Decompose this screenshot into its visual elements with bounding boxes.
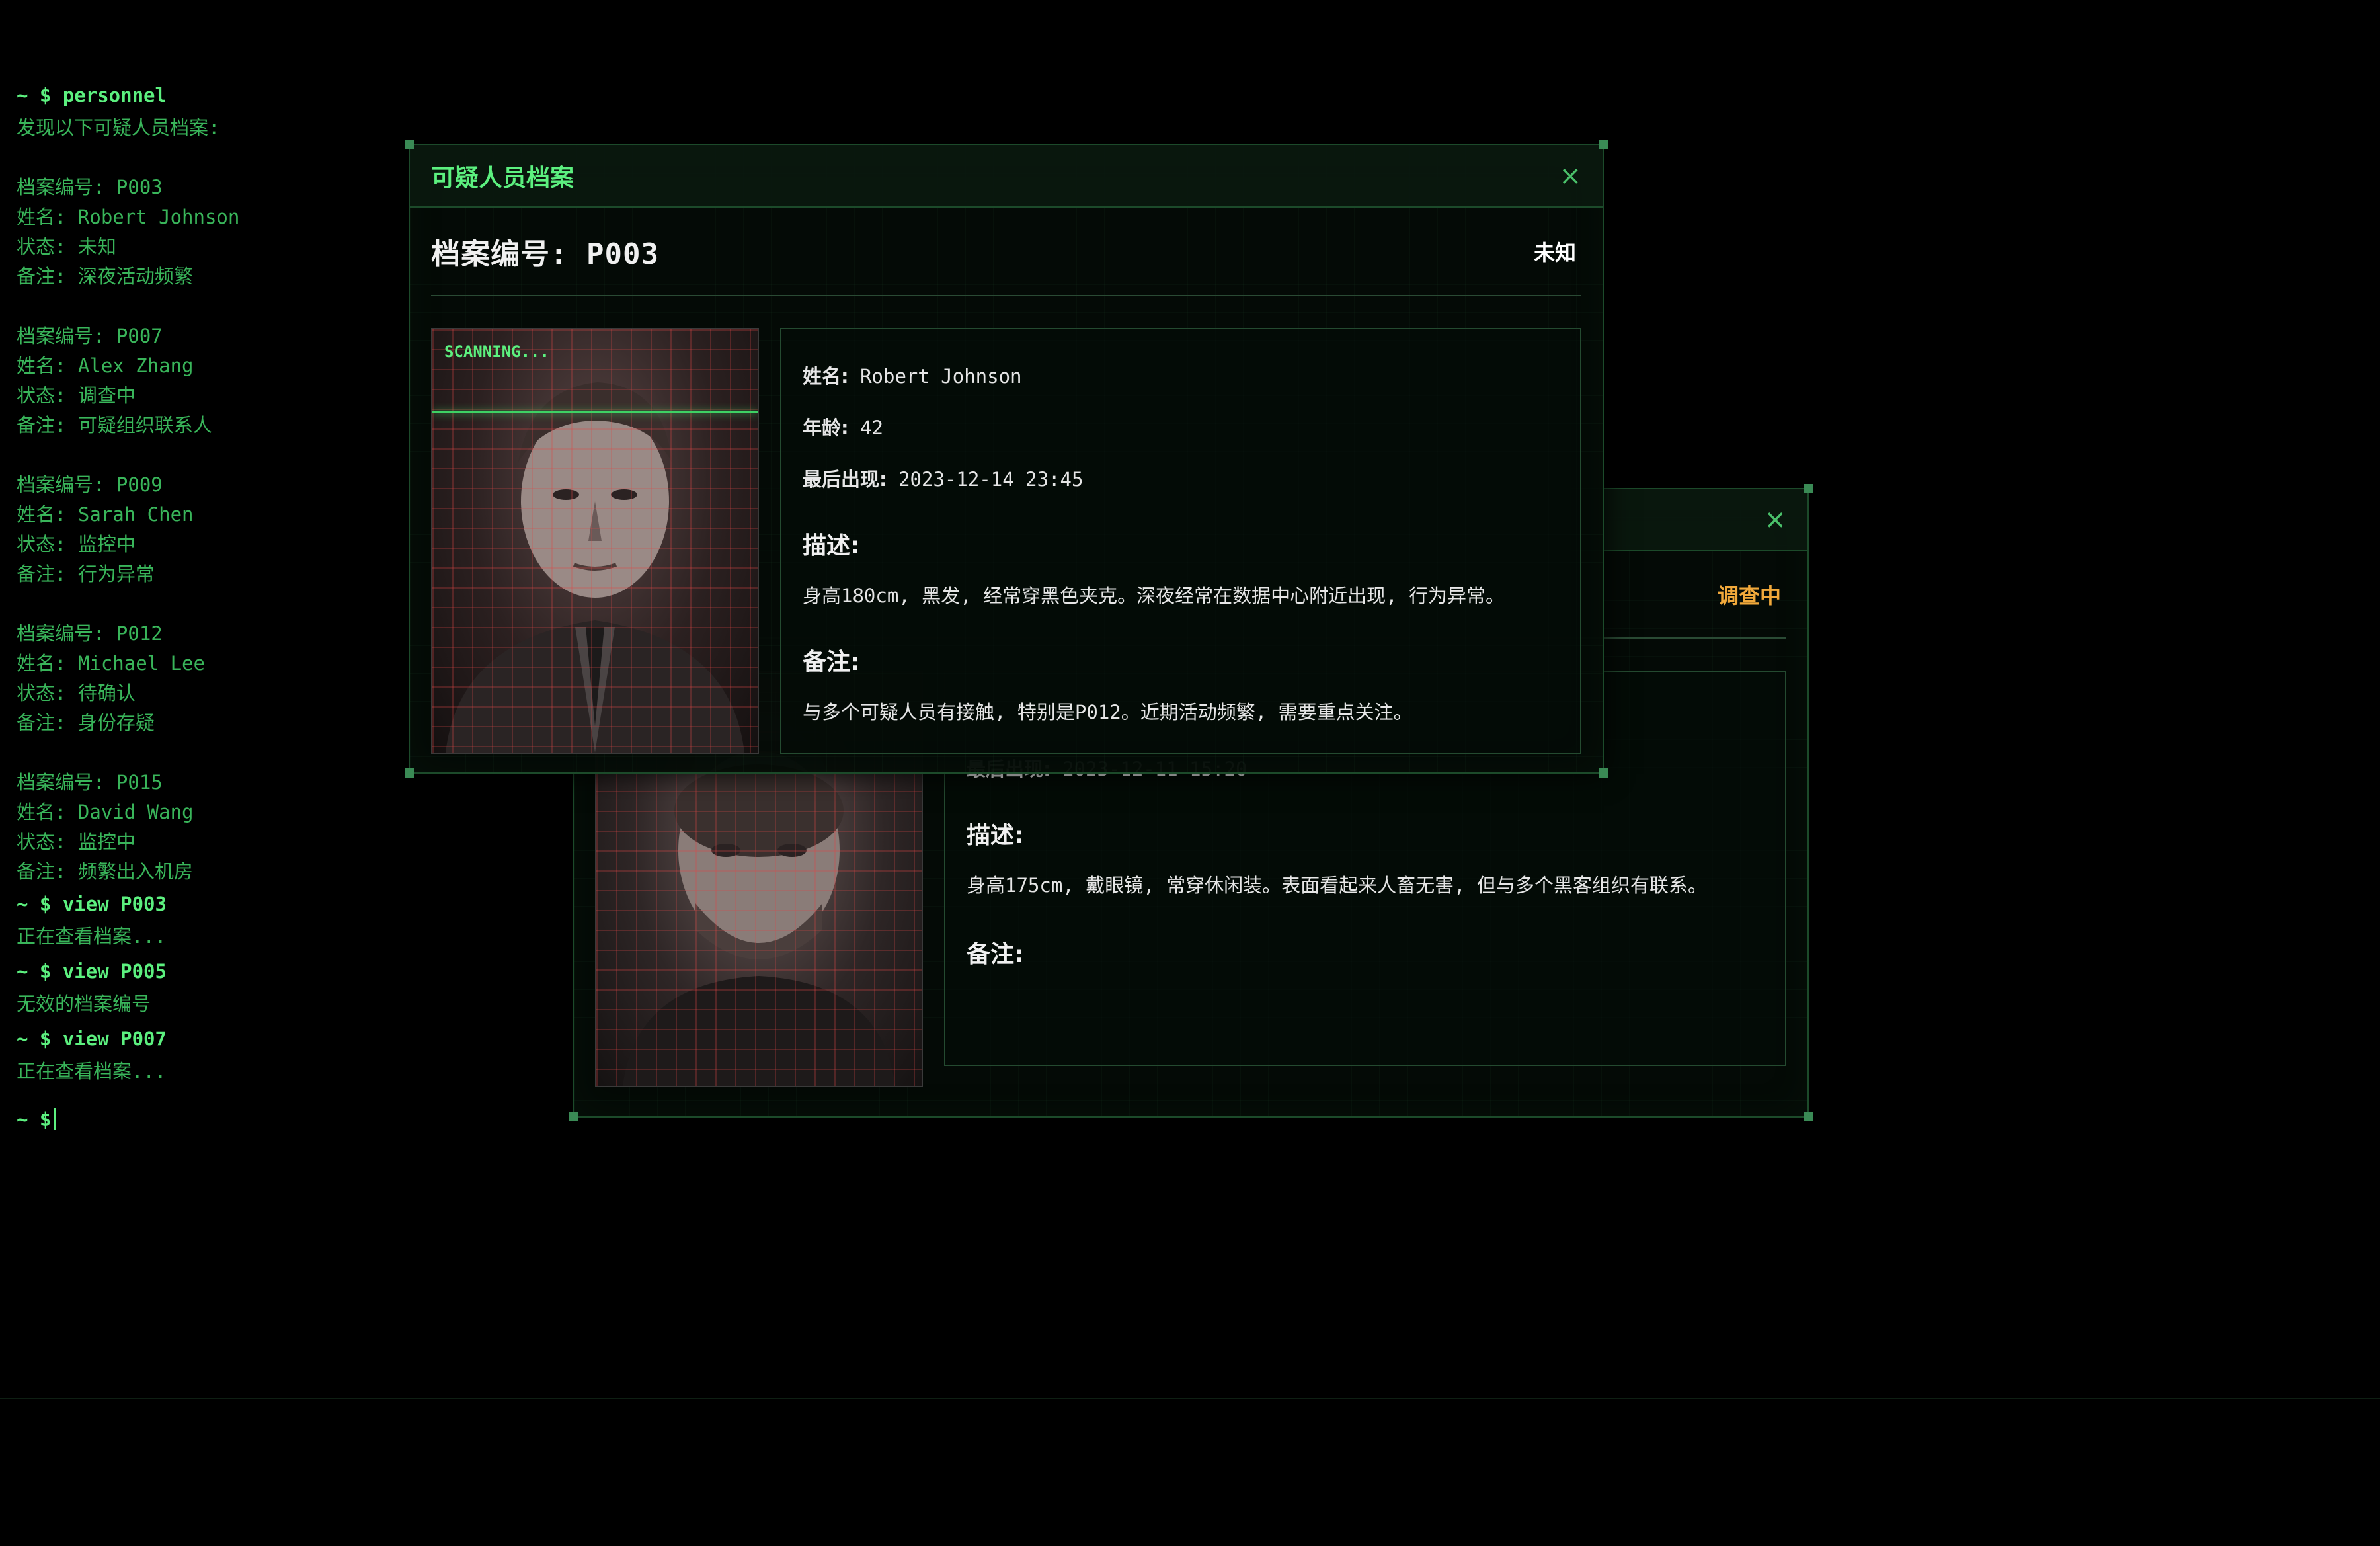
description-text: 身高180cm, 黑发, 经常穿黑色夹克。深夜经常在数据中心附近出现, 行为异常… [803, 585, 1505, 607]
terminal-output-line: 发现以下可疑人员档案: [17, 116, 220, 139]
scan-grid-overlay [432, 329, 758, 753]
terminal-output-line: 档案编号: P012 [17, 622, 163, 645]
terminal-output-line: 档案编号: P003 [17, 176, 163, 198]
window-corner-handle[interactable] [1599, 768, 1608, 778]
terminal-output-line: 档案编号: P007 [17, 325, 163, 347]
file-id: 档案编号: P003 [431, 237, 659, 271]
terminal-output-line: 状态: 调查中 [17, 384, 136, 407]
window-corner-handle[interactable] [405, 140, 414, 149]
status-badge: 未知 [1533, 240, 1576, 265]
age-value: 42 [860, 417, 883, 439]
terminal-output-line: 备注: 频繁出入机房 [17, 860, 193, 883]
last-seen-value: 2023-12-14 23:45 [898, 468, 1084, 491]
scan-line [432, 411, 758, 413]
file-header: 档案编号: P003 未知 [431, 208, 1581, 296]
terminal-output-line: 备注: 可疑组织联系人 [17, 414, 212, 436]
terminal-output-line: 姓名: Michael Lee [17, 652, 205, 674]
description-title: 描述: [803, 532, 860, 559]
details-panel: 姓名: Robert Johnson 年龄: 42 最后出现: 2023-12-… [780, 328, 1581, 754]
terminal-output-line: 备注: 行为异常 [17, 563, 155, 585]
footer-divider [0, 1398, 2380, 1399]
age-label: 年龄: [803, 417, 849, 439]
window-corner-handle[interactable] [1804, 1112, 1813, 1121]
description-text: 身高175cm, 戴眼镜, 常穿休闲装。表面看起来人畜无害, 但与多个黑客组织有… [967, 874, 1708, 897]
close-icon[interactable]: × [1559, 163, 1581, 189]
window-corner-handle[interactable] [1599, 140, 1608, 149]
last-seen-row: 最后出现: 2023-12-14 23:45 [803, 464, 1559, 492]
notes-title: 备注: [803, 649, 860, 676]
description-title: 描述: [967, 822, 1024, 849]
file-body: SCANNING... 姓名: Robert Johnson 年龄: 42 最后… [431, 328, 1581, 754]
terminal-output-line: 状态: 未知 [17, 235, 116, 258]
name-row: 姓名: Robert Johnson [803, 361, 1559, 389]
terminal-command-line: ~ $ view P003 [17, 893, 167, 915]
terminal-output-line: 状态: 监控中 [17, 533, 136, 555]
window-corner-handle[interactable] [1804, 484, 1813, 493]
terminal-command-line: ~ $ personnel [17, 84, 167, 106]
terminal-command-line: ~ $ view P005 [17, 960, 167, 983]
terminal-output-line: 状态: 监控中 [17, 831, 136, 853]
notes-title: 备注: [967, 941, 1024, 968]
window-title: 可疑人员档案 [431, 165, 575, 192]
name-label: 姓名: [803, 365, 849, 387]
age-row: 年龄: 42 [803, 413, 1559, 440]
status-badge: 调查中 [1717, 583, 1781, 608]
window-corner-handle[interactable] [569, 1112, 578, 1121]
terminal-output-line: 姓名: David Wang [17, 801, 194, 823]
dossier-window-front[interactable]: 可疑人员档案 × 档案编号: P003 未知 SCANNING... 姓名: R… [405, 140, 1608, 778]
notes-text: 与多个可疑人员有接触, 特别是P012。近期活动频繁, 需要重点关注。 [803, 701, 1413, 723]
scanning-label: SCANNING... [444, 343, 549, 361]
terminal-prompt[interactable]: ~ $ [17, 1105, 400, 1135]
suspect-photo: SCANNING... [431, 328, 759, 754]
terminal-output-line: 姓名: Robert Johnson [17, 206, 240, 228]
window-titlebar[interactable]: 可疑人员档案 × [410, 145, 1603, 208]
last-seen-label: 最后出现: [803, 468, 887, 491]
terminal-command-line: ~ $ view P007 [17, 1028, 167, 1050]
name-value: Robert Johnson [860, 365, 1022, 387]
close-icon[interactable]: × [1764, 507, 1786, 533]
text-cursor [54, 1108, 56, 1130]
terminal-output-line: 档案编号: P009 [17, 473, 163, 496]
terminal-output-line: 正在查看档案... [17, 1060, 167, 1082]
terminal-output-line: 姓名: Alex Zhang [17, 354, 194, 377]
window-corner-handle[interactable] [405, 768, 414, 778]
terminal-output: ~ $ personnel 发现以下可疑人员档案: 档案编号: P003 姓名: Ro… [17, 78, 400, 1137]
terminal-output-line: 正在查看档案... [17, 925, 167, 948]
terminal-output-line: 姓名: Sarah Chen [17, 503, 194, 526]
terminal-output-line: 备注: 身份存疑 [17, 712, 155, 734]
terminal-output-line: 状态: 待确认 [17, 682, 136, 704]
terminal-output-line: 备注: 深夜活动频繁 [17, 265, 193, 288]
terminal-output-line: 无效的档案编号 [17, 993, 151, 1015]
terminal-output-line: 档案编号: P015 [17, 771, 163, 793]
prompt-symbol: ~ $ [17, 1108, 52, 1131]
